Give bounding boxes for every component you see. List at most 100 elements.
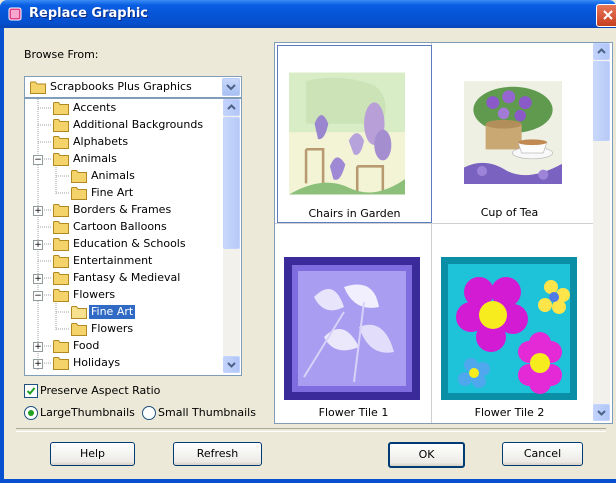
tree-item[interactable]: Entertainment	[25, 253, 221, 269]
chevron-down-icon	[226, 84, 236, 91]
tree-item-label: Flowers	[73, 288, 116, 301]
tree-item[interactable]: Animals	[25, 168, 221, 184]
close-icon	[603, 10, 613, 20]
tree-item[interactable]: + Food	[25, 338, 221, 354]
large-thumbnails-label: LargeThumbnails	[40, 406, 135, 419]
gallery-grid-line	[275, 223, 595, 224]
tree-item[interactable]: Accents	[25, 100, 221, 116]
preserve-aspect-ratio-label: Preserve Aspect Ratio	[40, 384, 161, 397]
tree-item-label: Accents	[73, 101, 117, 114]
folder-icon	[71, 170, 87, 183]
tree-item-label: Holidays	[73, 356, 121, 369]
window-title: Replace Graphic	[29, 6, 148, 21]
tree-item-label: Fantasy & Medieval	[73, 271, 181, 284]
gallery-scroll-down-button[interactable]	[593, 404, 610, 421]
tree-scroll-down-button[interactable]	[223, 356, 240, 373]
tree-item-label: Borders & Frames	[73, 203, 172, 216]
gallery-item-cup-of-tea[interactable]: Cup of Tea	[433, 45, 586, 221]
folder-icon	[53, 289, 69, 302]
tree-item-label: Additional Backgrounds	[73, 118, 204, 131]
gallery-item-caption: Flower Tile 1	[318, 406, 389, 419]
preserve-aspect-ratio-checkbox[interactable]	[24, 384, 38, 398]
flower-tile-1-thumbnail	[284, 257, 420, 400]
small-thumbnails-label: Small Thumbnails	[158, 406, 256, 419]
category-tree[interactable]: Accents Additional Backgrounds Alphabets − A…	[24, 98, 242, 376]
help-button[interactable]: Help	[50, 442, 135, 466]
button-separator	[16, 428, 606, 432]
tree-scroll-up-button[interactable]	[223, 99, 240, 116]
tree-scrollbar[interactable]	[223, 99, 240, 373]
folder-icon	[53, 102, 69, 115]
tree-item[interactable]: Flowers	[25, 321, 221, 337]
folder-icon	[53, 221, 69, 234]
folder-icon	[53, 255, 69, 268]
radio-selected-dot	[28, 410, 34, 416]
gallery-item-caption: Cup of Tea	[480, 206, 539, 219]
gallery-item-caption: Chairs in Garden	[308, 207, 401, 220]
tree-item-label: Cartoon Balloons	[73, 220, 167, 233]
tree-item[interactable]: − Flowers	[25, 287, 221, 303]
folder-icon	[53, 272, 69, 285]
gallery-scroll-thumb[interactable]	[593, 61, 610, 141]
tree-item[interactable]: − Animals	[25, 151, 221, 167]
expand-icon[interactable]: +	[33, 240, 43, 250]
large-thumbnails-radio[interactable]	[24, 406, 38, 420]
tree-item-label: Alphabets	[73, 135, 129, 148]
gallery-item-flower-tile-2[interactable]: Flower Tile 2	[433, 227, 586, 419]
ok-button[interactable]: OK	[388, 442, 465, 468]
expand-icon[interactable]: +	[33, 342, 43, 352]
folder-icon	[53, 119, 69, 132]
folder-icon	[53, 340, 69, 353]
small-thumbnails-option[interactable]: Small Thumbnails	[142, 406, 256, 420]
tree-item-label: Entertainment	[73, 254, 153, 267]
window-border-bottom	[0, 479, 616, 483]
gallery-scroll-up-button[interactable]	[593, 43, 610, 60]
tree-item-label: Education & Schools	[73, 237, 186, 250]
checkmark-icon	[26, 387, 36, 395]
close-button[interactable]	[596, 4, 616, 27]
tree-item[interactable]: Fine Art	[25, 304, 221, 320]
tree-item[interactable]: + Fantasy & Medieval	[25, 270, 221, 286]
collapse-icon[interactable]: −	[33, 155, 43, 165]
refresh-button[interactable]: Refresh	[173, 442, 262, 466]
tree-item-label: Fine Art	[91, 186, 134, 199]
folder-icon	[53, 238, 69, 251]
chairs-in-garden-thumbnail	[289, 72, 405, 195]
tree-item-label: Fine Art	[89, 305, 136, 319]
folder-icon	[53, 153, 69, 166]
flower-tile-2-thumbnail	[441, 257, 577, 400]
chevron-down-icon	[597, 410, 606, 416]
folder-icon	[30, 81, 46, 94]
folder-icon	[53, 357, 69, 370]
browse-from-label: Browse From:	[24, 48, 99, 61]
tree-item[interactable]: Alphabets	[25, 134, 221, 150]
expand-icon[interactable]: +	[33, 359, 43, 369]
tree-item-label: Animals	[73, 152, 117, 165]
folder-icon	[71, 323, 87, 336]
expand-icon[interactable]: +	[33, 274, 43, 284]
tree-item[interactable]: Additional Backgrounds	[25, 117, 221, 133]
gallery-item-caption: Flower Tile 2	[474, 406, 545, 419]
large-thumbnails-option[interactable]: LargeThumbnails	[24, 406, 135, 420]
tree-item[interactable]: Fine Art	[25, 185, 221, 201]
source-dropdown-value: Scrapbooks Plus Graphics	[50, 80, 192, 93]
source-dropdown[interactable]: Scrapbooks Plus Graphics	[24, 76, 242, 98]
dropdown-button[interactable]	[222, 78, 240, 96]
collapse-icon[interactable]: −	[33, 291, 43, 301]
cancel-button[interactable]: Cancel	[502, 442, 583, 466]
tree-item[interactable]: Cartoon Balloons	[25, 219, 221, 235]
tree-item[interactable]: + Education & Schools	[25, 236, 221, 252]
tree-item[interactable]: + Borders & Frames	[25, 202, 221, 218]
title-bar[interactable]: Replace Graphic	[0, 0, 616, 28]
tree-item[interactable]: + Holidays	[25, 355, 221, 371]
gallery-item-flower-tile-1[interactable]: Flower Tile 1	[277, 227, 430, 419]
gallery-scrollbar[interactable]	[593, 43, 610, 421]
thumbnail-gallery[interactable]: Chairs in Garden Cup of Tea Flower Tile …	[274, 42, 613, 424]
expand-icon[interactable]: +	[33, 206, 43, 216]
folder-icon	[71, 306, 87, 319]
gallery-item-chairs-in-garden[interactable]: Chairs in Garden	[277, 45, 432, 223]
tree-scroll-thumb[interactable]	[223, 117, 240, 249]
app-icon	[8, 7, 22, 21]
tree-item-label: Animals	[91, 169, 135, 182]
small-thumbnails-radio[interactable]	[142, 406, 156, 420]
